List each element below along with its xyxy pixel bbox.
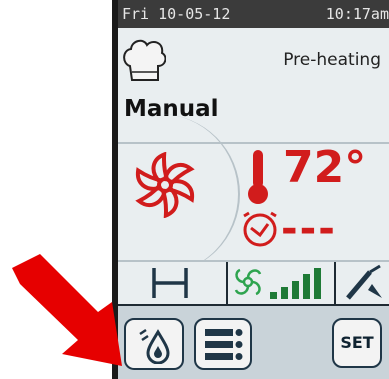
- fan-icon: [135, 152, 195, 218]
- steam-drop-icon: [139, 328, 170, 364]
- oven-status-label: Pre-heating: [283, 50, 381, 70]
- red-arrow-icon: [12, 254, 122, 366]
- status-bar: Fri 10-05-12 10:17am: [118, 0, 389, 28]
- set-button[interactable]: SET: [332, 318, 382, 368]
- bottom-toolbar: SET: [118, 304, 389, 379]
- probe-icon: [346, 264, 382, 300]
- chef-hat-icon[interactable]: [122, 36, 166, 88]
- menu-list-icon: [205, 329, 243, 360]
- touch-screen: Fri 10-05-12 10:17am Manual Pre-heating: [118, 0, 389, 379]
- clock-icon[interactable]: [240, 210, 280, 248]
- time-display: 10:17am: [325, 5, 389, 23]
- fan-speed-icon: [234, 268, 321, 299]
- fan-speed-button[interactable]: [228, 262, 336, 304]
- timer-value[interactable]: ---: [281, 206, 337, 252]
- control-panel: 72° ---: [118, 114, 389, 274]
- core-probe-button[interactable]: [336, 262, 389, 304]
- thermometer-icon[interactable]: [246, 148, 270, 206]
- programs-menu-button[interactable]: [194, 318, 252, 370]
- temperature-value[interactable]: 72°: [283, 142, 366, 193]
- oven-controller-device: Fri 10-05-12 10:17am Manual Pre-heating: [112, 0, 389, 379]
- humidity-h-icon: [152, 268, 188, 298]
- function-row: [118, 262, 389, 304]
- fan-mode-button[interactable]: [118, 114, 240, 274]
- date-display: Fri 10-05-12: [122, 5, 231, 23]
- set-button-label: SET: [340, 333, 374, 352]
